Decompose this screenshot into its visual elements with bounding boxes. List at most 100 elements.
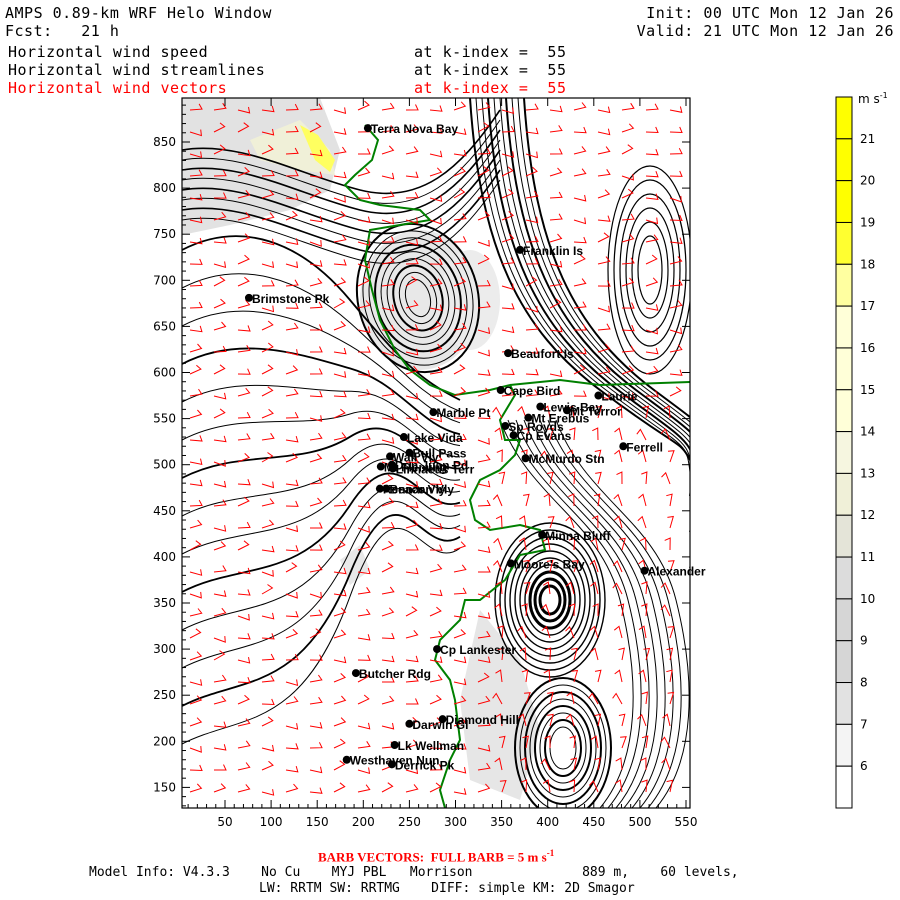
wind-barb — [358, 148, 371, 155]
wind-barb — [261, 481, 275, 489]
wind-barb — [637, 515, 647, 529]
wind-barb — [237, 433, 251, 441]
wind-barb — [189, 540, 202, 551]
wind-barb — [501, 368, 515, 376]
wind-barb — [237, 613, 250, 621]
wind-barb — [189, 479, 203, 487]
wind-barb — [496, 449, 503, 463]
wind-barb — [453, 788, 467, 795]
wind-barb — [645, 149, 659, 156]
wind-barb — [621, 102, 635, 111]
wind-barb — [261, 280, 275, 287]
wind-barb — [237, 762, 251, 771]
wind-barb — [669, 170, 683, 177]
wind-barb — [285, 783, 299, 793]
wind-barb — [357, 741, 371, 749]
wind-barb — [285, 411, 299, 419]
wind-barb — [213, 435, 227, 443]
x-tick-label: 50 — [217, 815, 232, 829]
wind-barb — [213, 408, 226, 419]
station-label: Lake Vida — [407, 431, 463, 445]
wind-barb — [621, 324, 635, 332]
wind-barb — [237, 657, 251, 664]
wind-barb — [595, 471, 602, 485]
colorbar-label: 13 — [860, 466, 875, 480]
wind-barb — [453, 166, 467, 177]
wind-barb — [309, 453, 323, 463]
wind-barb — [453, 767, 467, 774]
wind-barb — [494, 427, 503, 441]
station-label: Butcher Rdg — [359, 667, 431, 681]
colorbar-swatch — [835, 305, 853, 349]
wind-barb — [237, 540, 250, 551]
wind-barb — [645, 347, 659, 355]
wind-barb — [501, 303, 515, 310]
wind-barb — [309, 368, 323, 375]
wind-barb — [189, 651, 203, 661]
wind-barb — [405, 104, 419, 111]
wind-barb — [333, 499, 347, 507]
wind-barb — [549, 213, 563, 221]
wind-barb — [501, 326, 515, 334]
wind-barb — [615, 757, 623, 771]
wind-barb — [213, 276, 226, 287]
wind-barb — [285, 679, 299, 686]
wind-barb — [381, 540, 394, 551]
colorbar-swatch — [835, 682, 853, 725]
x-tick-label: 400 — [536, 815, 559, 829]
wind-barb — [189, 258, 203, 265]
station-label: Minna Bluff — [545, 529, 611, 543]
wind-barb — [621, 277, 635, 287]
wind-barb — [381, 586, 395, 595]
wind-barb — [614, 669, 623, 683]
wind-barb — [189, 458, 203, 466]
wind-barb — [498, 471, 506, 485]
wind-barb — [381, 172, 395, 180]
wind-barb — [381, 632, 395, 640]
wind-barb — [309, 591, 322, 599]
wind-barb — [261, 364, 274, 375]
wind-barb — [618, 713, 626, 727]
wind-barb — [453, 236, 467, 243]
wind-barb — [357, 654, 371, 661]
wind-barb — [237, 479, 251, 486]
field-level-streamlines: at k-index = 55 — [414, 61, 567, 79]
y-tick-label: 550 — [153, 412, 176, 426]
wind-barb — [213, 674, 227, 683]
wind-barb — [357, 587, 371, 595]
wind-barb — [285, 562, 298, 573]
wind-barb — [525, 151, 538, 159]
wind-barb — [549, 233, 563, 243]
station-label: Linnaeus Terr — [396, 462, 475, 476]
station-label: Terra Nova Bay — [371, 122, 458, 136]
station-label: Beacon Vly — [389, 483, 454, 497]
wind-barb — [261, 744, 275, 752]
wind-barb — [669, 386, 682, 397]
wind-barb — [189, 591, 202, 599]
wind-speed-shading — [182, 98, 540, 800]
station-label: Lk Wellman — [398, 739, 464, 753]
wind-barb — [645, 254, 658, 265]
wind-barb — [478, 566, 491, 573]
wind-barb — [381, 782, 394, 793]
wind-barb — [333, 171, 347, 179]
x-tick-label: 250 — [398, 815, 421, 829]
x-tick-label: 350 — [490, 815, 513, 829]
wind-barb — [405, 191, 419, 199]
colorbar-swatch — [835, 556, 853, 600]
wind-barb — [261, 320, 274, 331]
wind-barb — [309, 277, 323, 287]
wind-barb — [285, 365, 299, 375]
wind-barb — [405, 146, 419, 155]
wind-barb — [636, 428, 647, 441]
wind-barb — [285, 349, 299, 356]
wind-barb — [237, 784, 251, 793]
wind-barb — [669, 369, 683, 376]
station-label: Derrick Pk — [395, 758, 455, 772]
wind-barb — [597, 169, 611, 177]
wind-barb — [213, 261, 227, 268]
colorbar-swatch — [835, 472, 853, 516]
station-label: Marble Pt — [436, 406, 490, 420]
wind-barb — [429, 390, 443, 397]
wind-barb — [357, 784, 371, 793]
